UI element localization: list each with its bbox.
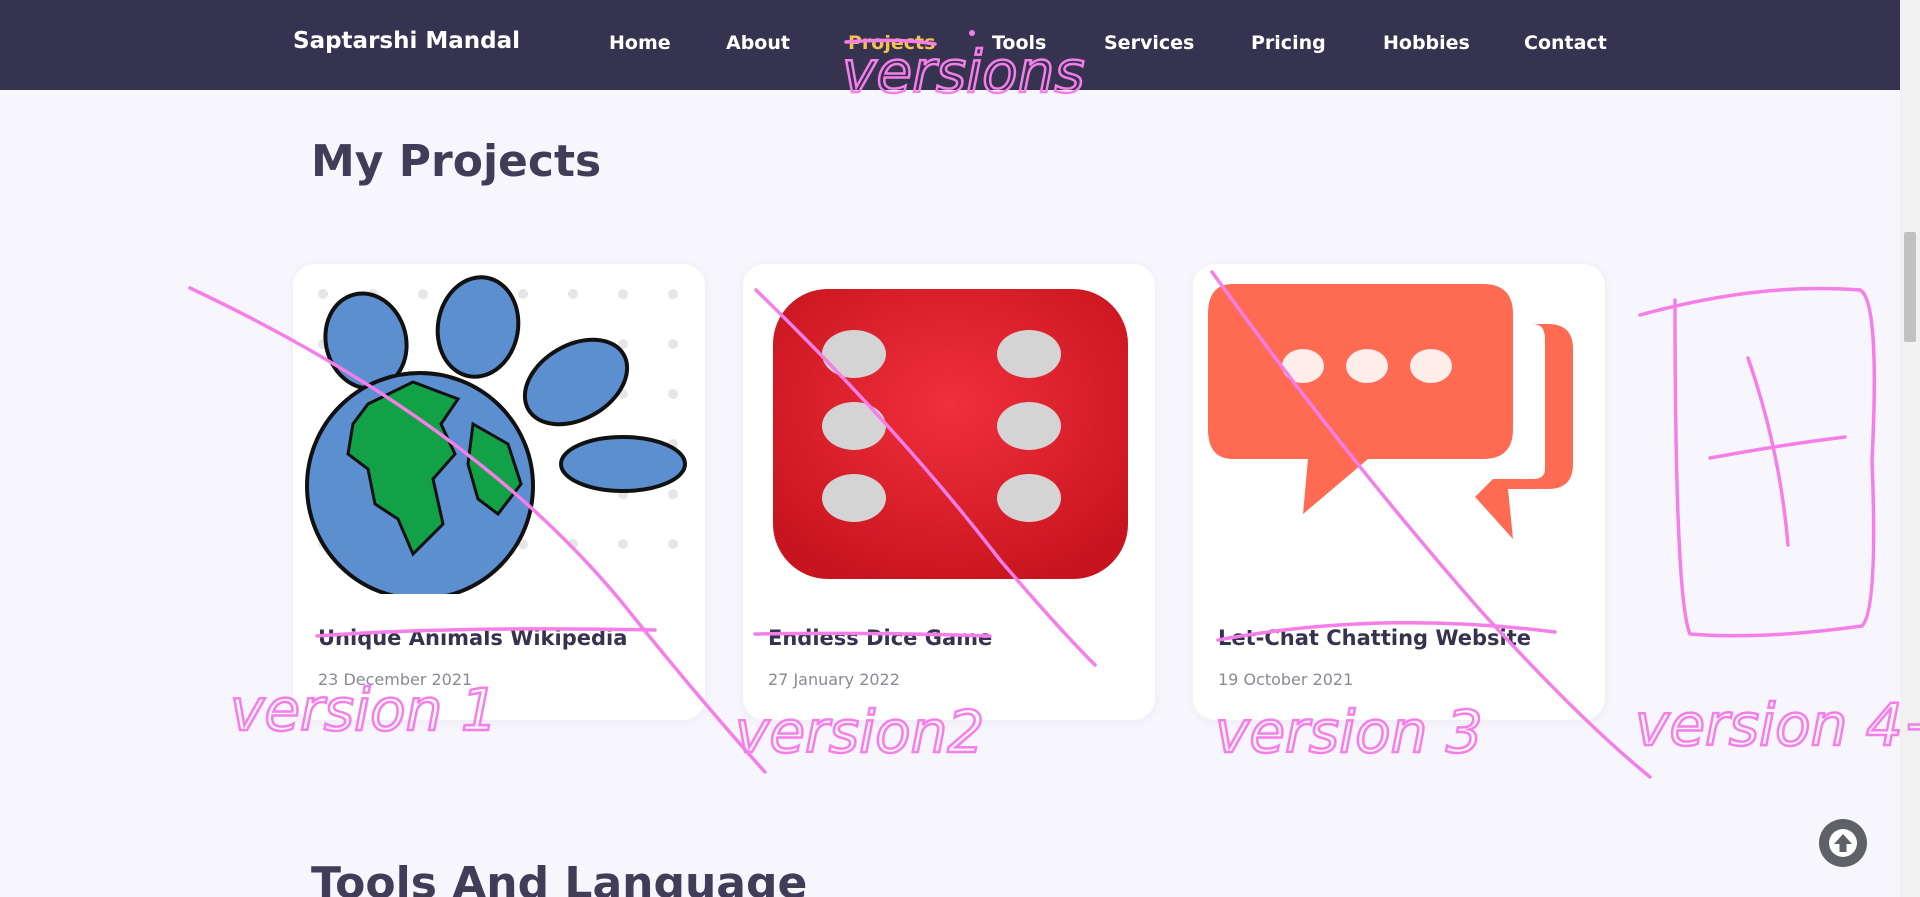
- plus-vertical-mark: [1746, 356, 1790, 547]
- arrow-up-icon: [1829, 829, 1857, 857]
- nav-item-contact[interactable]: Contact: [1524, 32, 1607, 54]
- top-navbar: Saptarshi Mandal Home About Projects Too…: [0, 0, 1900, 90]
- project-card-unique-animals[interactable]: Unique Animals Wikipedia 23 December 202…: [293, 264, 705, 720]
- new-version-box: [1638, 286, 1877, 638]
- plus-horizontal-mark: [1708, 435, 1847, 460]
- scroll-to-top-button[interactable]: [1819, 819, 1867, 867]
- version-4-note: version 4+: [1635, 691, 1920, 759]
- card-date: 27 January 2022: [768, 670, 900, 689]
- nav-item-services[interactable]: Services: [1104, 32, 1194, 54]
- projects-section-title: My Projects: [311, 136, 602, 187]
- tools-section-title: Tools And Language: [311, 858, 808, 897]
- project-card-let-chat[interactable]: Let-Chat Chatting Website 19 October 202…: [1193, 264, 1605, 720]
- nav-item-home[interactable]: Home: [609, 32, 671, 54]
- nav-item-projects[interactable]: Projects: [848, 32, 935, 54]
- page-scrollbar[interactable]: [1900, 0, 1920, 897]
- card-title[interactable]: Let-Chat Chatting Website: [1218, 626, 1531, 650]
- card-date: 23 December 2021: [318, 670, 473, 689]
- card-title[interactable]: Endless Dice Game: [768, 626, 992, 650]
- nav-item-tools[interactable]: Tools: [992, 32, 1046, 54]
- card-date: 19 October 2021: [1218, 670, 1354, 689]
- nav-item-pricing[interactable]: Pricing: [1251, 32, 1326, 54]
- card-title[interactable]: Unique Animals Wikipedia: [318, 626, 627, 650]
- brand-name[interactable]: Saptarshi Mandal: [293, 28, 520, 54]
- nav-item-hobbies[interactable]: Hobbies: [1383, 32, 1470, 54]
- globe-paw-icon: [305, 275, 687, 594]
- chat-bubbles-icon: [1208, 284, 1573, 539]
- scrollbar-thumb[interactable]: [1904, 232, 1916, 342]
- dice-icon: [773, 289, 1128, 579]
- nav-item-about[interactable]: About: [726, 32, 790, 54]
- project-card-dice-game[interactable]: Endless Dice Game 27 January 2022: [743, 264, 1155, 720]
